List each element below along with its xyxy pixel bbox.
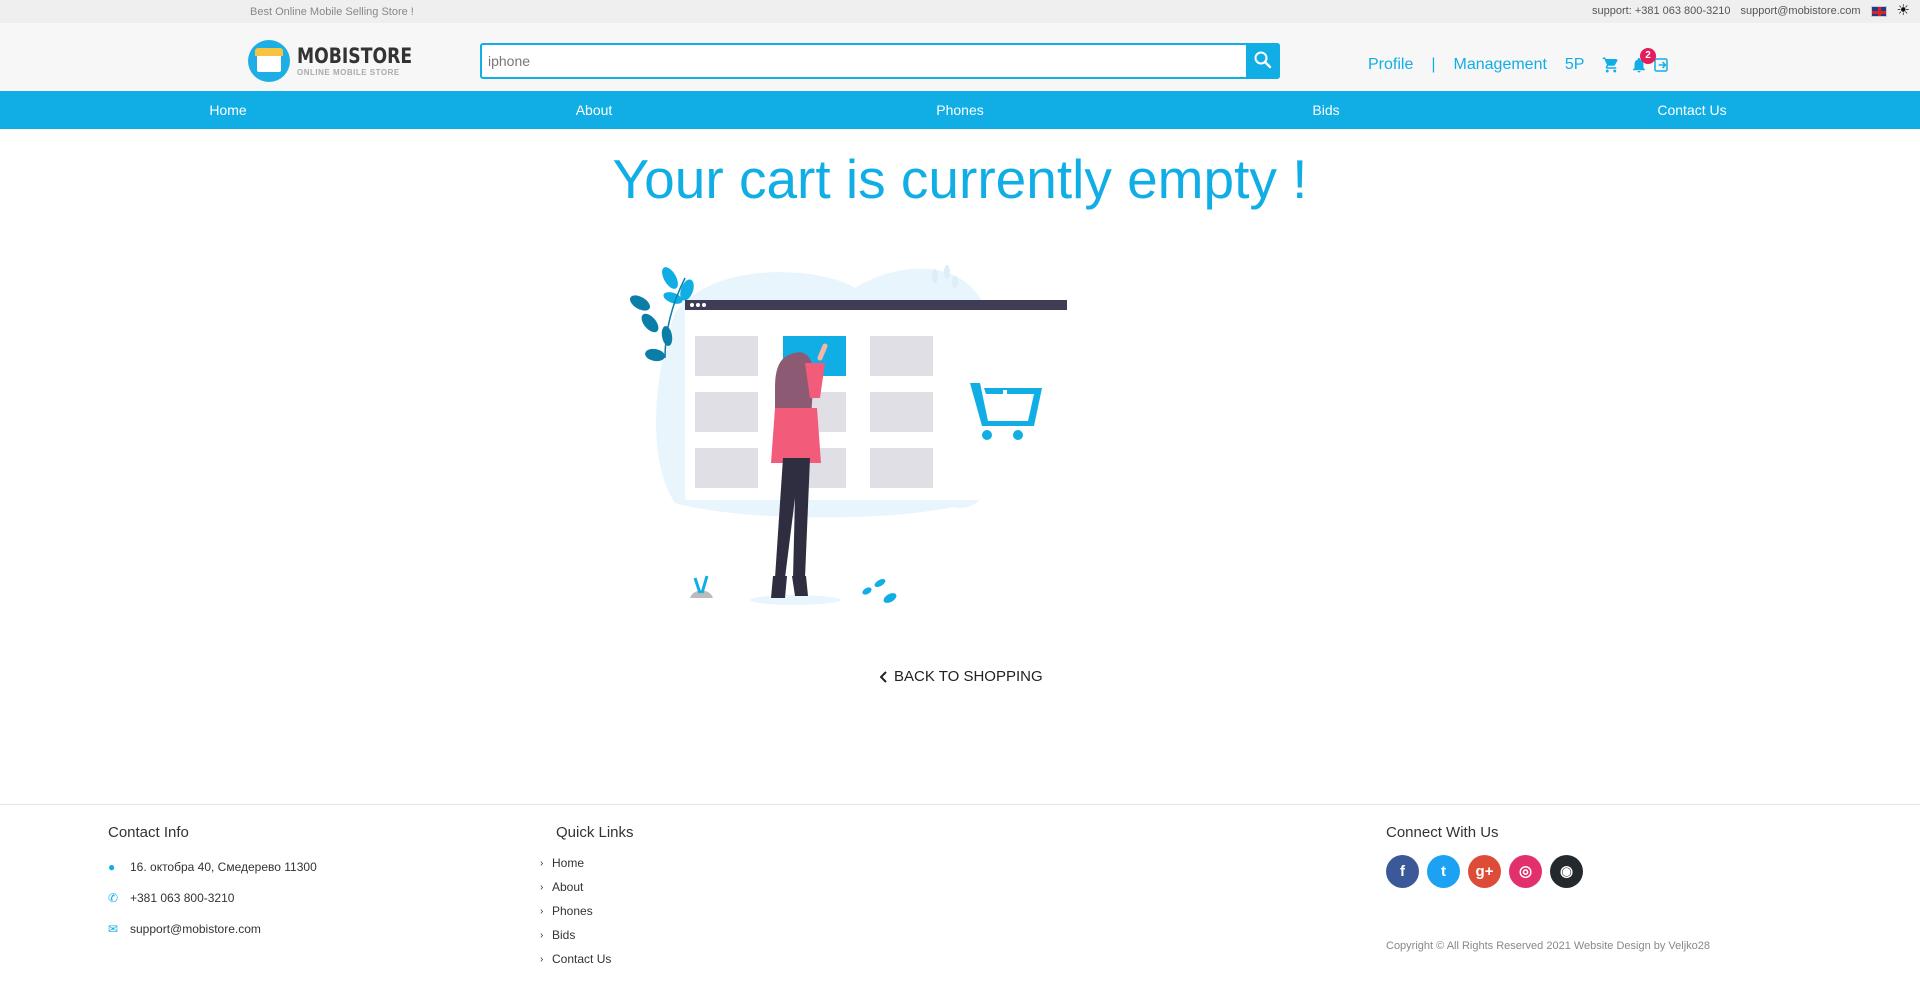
search-button[interactable] [1246, 43, 1280, 79]
empty-cart-title: Your cart is currently empty ! [612, 148, 1308, 210]
logo-icon [248, 40, 290, 82]
header: MOBISTORE ONLINE MOBILE STORE Profile | … [0, 23, 1920, 91]
theme-toggle-icon[interactable]: ☀ [1897, 2, 1910, 20]
facebook-icon[interactable]: f [1386, 855, 1419, 888]
search-bar [480, 43, 1280, 79]
back-to-shopping-label: BACK TO SHOPPING [894, 668, 1043, 685]
nav-phones[interactable]: Phones [936, 102, 983, 118]
nav-about[interactable]: About [576, 102, 613, 118]
chevron-right-icon: › [540, 905, 544, 917]
quick-link-home[interactable]: › Home [540, 851, 634, 875]
nav-separator: | [1431, 56, 1436, 73]
nav-home[interactable]: Home [209, 102, 246, 118]
logo-subtitle: ONLINE MOBILE STORE [297, 67, 400, 77]
social-links: f t g+ ◎ ◉ [1386, 855, 1583, 888]
footer-address: ● 16. октобра 40, Смедерево 11300 [108, 859, 317, 874]
chevron-right-icon: › [540, 857, 544, 869]
contact-info-heading: Contact Info [108, 824, 189, 841]
quick-link-about[interactable]: › About [540, 875, 634, 899]
chevron-left-icon [880, 670, 887, 683]
notification-badge: 2 [1640, 48, 1656, 64]
cart-icon[interactable] [1602, 56, 1620, 74]
connect-heading: Connect With Us [1386, 824, 1499, 841]
main-nav: Home About Phones Bids Contact Us [0, 91, 1920, 129]
uk-flag-icon[interactable] [1870, 5, 1887, 17]
nav-bids[interactable]: Bids [1312, 102, 1339, 118]
mail-icon: ✉ [108, 921, 119, 936]
location-pin-icon: ● [108, 859, 116, 874]
chevron-right-icon: › [540, 881, 544, 893]
instagram-icon[interactable]: ◎ [1509, 855, 1542, 888]
copyright-text: Copyright © All Rights Reserved 2021 Web… [1386, 940, 1711, 952]
chevron-right-icon: › [540, 929, 544, 941]
store-tagline: Best Online Mobile Selling Store ! [250, 6, 414, 18]
footer-divider [0, 804, 1920, 805]
quick-link-bids[interactable]: › Bids [540, 923, 634, 947]
chevron-right-icon: › [540, 953, 544, 965]
back-to-shopping-link[interactable]: BACK TO SHOPPING [880, 668, 1043, 685]
points-value: 5P [1564, 56, 1585, 73]
footer-quick-links: Quick Links › Home › About › Phones › Bids ›… [540, 824, 634, 971]
footer-connect: Connect With Us f t g+ ◎ ◉ [1386, 824, 1583, 888]
quick-links-heading: Quick Links [556, 824, 634, 841]
google-plus-icon[interactable]: g+ [1468, 855, 1501, 888]
footer-email: ✉ support@mobistore.com [108, 921, 261, 936]
footer-phone: ✆ +381 063 800-3210 [108, 890, 235, 905]
management-link[interactable]: Management [1454, 56, 1547, 74]
quick-link-phones[interactable]: › Phones [540, 899, 634, 923]
support-email: support@mobistore.com [1740, 5, 1861, 17]
search-input[interactable] [488, 51, 1228, 71]
search-icon [1254, 51, 1272, 69]
nav-contact-us[interactable]: Contact Us [1657, 102, 1726, 118]
top-bar: Best Online Mobile Selling Store ! suppo… [0, 0, 1920, 23]
twitter-icon[interactable]: t [1427, 855, 1460, 888]
footer-contact-info: Contact Info ● 16. октобра 40, Смедерево… [108, 824, 317, 944]
empty-cart-illustration [630, 265, 1067, 605]
support-phone: support: +381 063 800-3210 [1592, 5, 1731, 17]
logo[interactable]: MOBISTORE ONLINE MOBILE STORE [248, 40, 437, 82]
user-nav: Profile | Management 5P [1368, 56, 1670, 74]
top-bar-contacts: support: +381 063 800-3210 support@mobis… [1592, 2, 1910, 20]
logo-title: MOBISTORE [297, 43, 413, 68]
quick-link-contact-us[interactable]: › Contact Us [540, 947, 634, 971]
phone-icon: ✆ [108, 890, 119, 905]
github-icon[interactable]: ◉ [1550, 855, 1583, 888]
profile-link[interactable]: Profile [1368, 56, 1413, 74]
